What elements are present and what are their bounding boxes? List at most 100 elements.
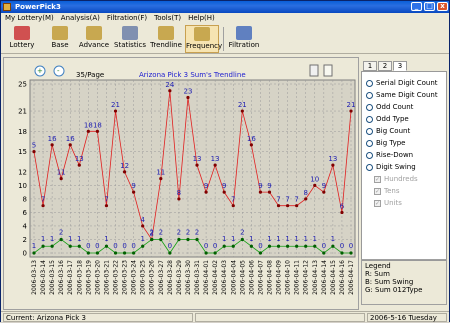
type-data-label: 2 xyxy=(150,228,154,236)
zoom-out-icon[interactable]: - xyxy=(53,65,65,77)
trendline-chart: + - 35/Page Arizona Pick 3 Sum's Trendli… xyxy=(18,64,356,295)
app-window: PowerPick3 _ □ x My Lottery(M) Analysis(… xyxy=(0,0,450,322)
x-tick-label: 2006-04-03 xyxy=(221,260,228,295)
type-data-label: 0 xyxy=(204,242,208,250)
close-button[interactable]: x xyxy=(437,2,448,11)
point-sum xyxy=(267,190,272,194)
menu-tools[interactable]: Tools(T) xyxy=(154,13,181,24)
point-sum-type xyxy=(104,244,109,248)
option-serial-digit-count[interactable]: Serial Digit Count xyxy=(366,78,438,88)
menu-help[interactable]: Help(H) xyxy=(188,13,215,24)
type-data-label: 1 xyxy=(222,235,226,243)
type-data-label: 1 xyxy=(231,235,235,243)
chart-title: Arizona Pick 3 Sum's Trendline xyxy=(139,71,246,79)
point-sum-type xyxy=(213,251,217,255)
option-big-count[interactable]: Big Count xyxy=(366,126,410,136)
x-tick-label: 2006-03-28 xyxy=(167,260,174,295)
x-tick-label: 2006-04-15 xyxy=(330,260,337,295)
option-rise-down[interactable]: Rise-Down xyxy=(366,150,413,160)
copy-icon[interactable] xyxy=(309,64,319,77)
point-sum-type xyxy=(286,244,290,248)
tool-lottery[interactable]: Lottery xyxy=(5,25,39,53)
point-sum-type xyxy=(77,244,81,248)
type-data-label: 1 xyxy=(32,242,36,250)
status-bar: Current: Arizona Pick 3 2006-5-16 Tuesda… xyxy=(1,311,449,322)
type-data-label: 1 xyxy=(313,235,317,243)
menu-my-lottery[interactable]: My Lottery(M) xyxy=(5,13,54,24)
tool-trendline[interactable]: Trendline xyxy=(149,25,183,53)
x-tick-label: 2006-03-16 xyxy=(58,260,65,295)
check-hundreds[interactable]: ✓ Hundreds xyxy=(374,174,418,184)
type-data-label: 1 xyxy=(267,235,271,243)
x-tick-label: 2006-03-19 xyxy=(85,260,92,295)
sum-data-label: 6 xyxy=(340,202,345,210)
type-data-label: 0 xyxy=(95,242,99,250)
point-sum-type xyxy=(240,237,244,242)
zoom-in-icon[interactable]: + xyxy=(34,65,46,77)
option-big-type[interactable]: Big Type xyxy=(366,138,406,148)
type-data-label: 2 xyxy=(159,228,163,236)
point-sum-type xyxy=(340,251,344,255)
type-data-label: 0 xyxy=(340,242,344,250)
tool-statistics[interactable]: Statistics xyxy=(113,25,147,53)
tool-frequency-label: Frequency xyxy=(186,42,223,50)
tab-3[interactable]: 3 xyxy=(393,61,407,71)
legend-item-sum: R: Sum xyxy=(365,270,390,278)
x-tick-label: 2006-03-18 xyxy=(76,260,83,295)
sum-data-label: 10 xyxy=(310,175,319,183)
status-blank xyxy=(195,313,365,322)
type-data-label: 2 xyxy=(186,228,190,236)
option-same-digit-count[interactable]: Same Digit Count xyxy=(366,90,438,100)
option-digit-swing[interactable]: Digit Swing xyxy=(366,162,416,172)
point-sum-type xyxy=(132,251,136,255)
type-data-label: 0 xyxy=(122,242,126,250)
toolbar-separator xyxy=(223,27,224,51)
radio-icon xyxy=(366,151,373,159)
point-sum-type xyxy=(249,244,253,248)
x-tick-label: 2006-03-25 xyxy=(140,260,147,295)
point-sum xyxy=(304,197,308,201)
check-tens[interactable]: ✓ Tens xyxy=(374,186,399,196)
x-tick-label: 2006-04-01 xyxy=(203,260,210,295)
type-data-label: 1 xyxy=(50,235,54,243)
y-tick-label: 15 xyxy=(18,148,27,156)
window-title: PowerPick3 xyxy=(15,3,61,11)
base-icon xyxy=(52,26,68,40)
point-sum xyxy=(68,143,72,147)
point-sum xyxy=(159,177,163,181)
point-sum-type xyxy=(195,237,199,242)
option-odd-count[interactable]: Odd Count xyxy=(366,102,413,112)
y-tick-label: 4 xyxy=(23,222,28,230)
menu-filtration[interactable]: Filtration(F) xyxy=(107,13,147,24)
status-date: 2006-5-16 Tuesday xyxy=(367,313,447,322)
sum-data-label: 21 xyxy=(238,101,247,109)
option-odd-type[interactable]: Odd Type xyxy=(366,114,409,124)
tool-filtration-label: Filtration xyxy=(228,41,260,49)
export-icon[interactable] xyxy=(323,64,333,77)
point-sum xyxy=(32,150,36,154)
check-units[interactable]: ✓ Units xyxy=(374,198,402,208)
point-sum-type xyxy=(304,244,308,248)
y-axis: 0 2 4 6 8 10 12 15 18 21 25 xyxy=(18,81,27,258)
radio-icon xyxy=(366,79,373,87)
app-icon xyxy=(3,3,11,11)
x-tick-label: 2006-03-30 xyxy=(185,260,192,295)
radio-icon xyxy=(366,139,373,147)
tool-filtration[interactable]: Filtration xyxy=(227,25,261,53)
menu-analysis[interactable]: Analysis(A) xyxy=(61,13,100,24)
maximize-button[interactable]: □ xyxy=(424,2,435,11)
point-sum-type xyxy=(186,237,190,242)
minimize-button[interactable]: _ xyxy=(411,2,422,11)
sum-data-label: 12 xyxy=(120,162,129,170)
tab-1[interactable]: 1 xyxy=(363,61,377,71)
title-bar: PowerPick3 _ □ x xyxy=(1,1,449,13)
tool-advance[interactable]: Advance xyxy=(77,25,111,53)
point-sum-type xyxy=(86,251,90,255)
point-sum xyxy=(113,109,118,113)
tool-base[interactable]: Base xyxy=(43,25,77,53)
tool-trendline-label: Trendline xyxy=(150,41,182,49)
tool-frequency[interactable]: Frequency xyxy=(185,25,223,53)
tab-2[interactable]: 2 xyxy=(378,61,392,71)
type-data-label: 0 xyxy=(349,242,353,250)
point-sum xyxy=(41,204,45,208)
